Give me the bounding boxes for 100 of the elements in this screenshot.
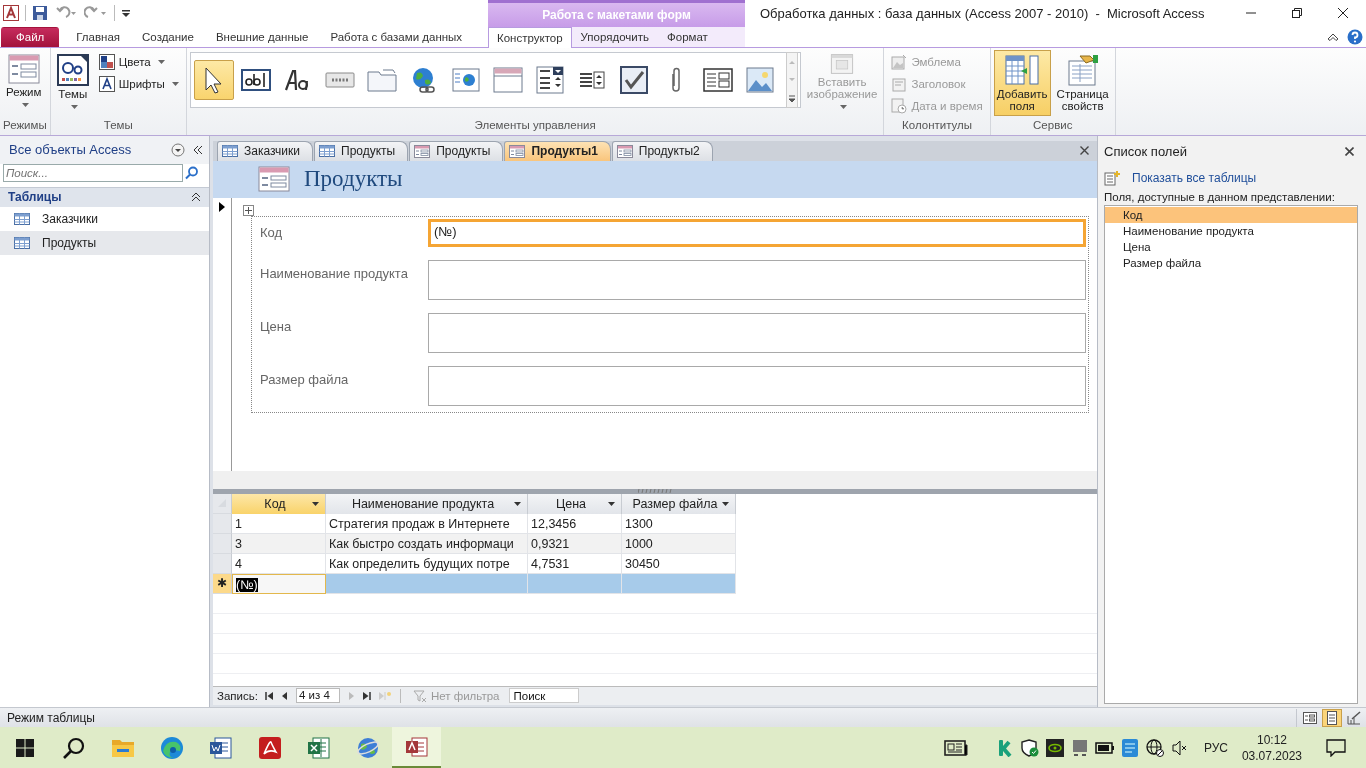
mute-icon[interactable] (1171, 739, 1188, 756)
ribbon-tab[interactable]: Создание (131, 26, 205, 47)
group-header[interactable]: Таблицы (0, 186, 209, 207)
table-icon (14, 236, 30, 249)
clock[interactable]: 10:12 03.07.2023 (1241, 731, 1302, 764)
table-cell: Как быстро создать информаци (326, 533, 528, 554)
subform-icon (702, 67, 733, 92)
ribbon-tab[interactable]: Главная (65, 26, 132, 47)
close-icon[interactable] (1338, 8, 1348, 19)
close-icon[interactable] (1080, 145, 1089, 155)
last-record-icon[interactable] (361, 690, 372, 701)
dropdown-icon[interactable] (171, 142, 185, 157)
collapse-icon[interactable] (193, 144, 203, 155)
language-indicator[interactable]: РУС (1203, 740, 1228, 755)
column-header[interactable]: Код (232, 493, 326, 514)
caret-icon (157, 59, 165, 64)
pane-title: Список полей (1104, 144, 1187, 160)
combo-box-icon (535, 65, 564, 94)
ribbon-button[interactable]: Цвета (94, 51, 183, 72)
field-item[interactable]: Наименование продукта (1105, 222, 1357, 239)
image-icon (891, 53, 908, 70)
database-icon (404, 734, 429, 759)
group-title: Таблицы (8, 190, 62, 205)
group-label: Режимы (3, 118, 47, 133)
field-label: Наименование продукта (260, 264, 409, 283)
ribbon-tab[interactable]: Упорядочить (571, 26, 658, 47)
nav-item[interactable]: Заказчики (0, 206, 209, 231)
text-field[interactable] (428, 259, 1086, 300)
save-icon[interactable] (32, 5, 48, 22)
ribbon-button[interactable]: Страница свойств (1053, 49, 1112, 116)
ribbon-button[interactable]: Шрифты (94, 73, 183, 94)
app-icon[interactable] (1121, 738, 1138, 757)
show-all-tables-link[interactable]: Показать все таблицы (1132, 170, 1257, 185)
browser-icon (159, 735, 184, 760)
document-tab[interactable]: Продукты2 (611, 140, 713, 161)
color-palette-icon (98, 53, 115, 70)
property-sheet-icon (1065, 53, 1100, 86)
document-tab[interactable]: Продукты (314, 140, 409, 161)
document-icon (208, 735, 233, 760)
text-field[interactable] (428, 365, 1086, 406)
document-tab[interactable]: Продукты1 (504, 140, 611, 161)
column-header[interactable]: Размер файла (622, 493, 736, 514)
gpu-icon[interactable] (1045, 738, 1064, 757)
move-handle-icon[interactable] (243, 204, 254, 216)
taskbar-app[interactable] (392, 727, 441, 768)
column-header[interactable]: Наименование продукта (326, 493, 528, 514)
record-number-field[interactable]: 4 из 4 (295, 688, 340, 704)
theme-swatch-icon (56, 53, 89, 86)
heading-icon (891, 75, 908, 92)
field-label: Размер файла (260, 370, 350, 389)
window-title: Обработка данных : база данных (Access 2007 - 2010) - Microsoft Access (759, 5, 1206, 23)
first-record-icon[interactable] (263, 690, 274, 701)
search-field[interactable]: Поиск (509, 688, 580, 704)
help-icon[interactable] (1347, 28, 1363, 45)
table-icon (14, 212, 30, 225)
field-label: Цена (260, 317, 293, 336)
ribbon-tab[interactable]: Конструктор (488, 26, 572, 48)
caret-icon (514, 501, 521, 506)
restore-icon[interactable] (1292, 8, 1302, 19)
battery-icon[interactable] (1094, 741, 1115, 754)
group-label: Элементы управления (473, 118, 597, 133)
ribbon-button[interactable]: Темы (53, 49, 92, 116)
form-icon (7, 53, 40, 84)
ribbon-tab[interactable]: Работа с базами данных (319, 26, 474, 47)
table-cell: 1000 (622, 533, 736, 554)
windows-icon (14, 737, 35, 758)
column-header[interactable]: Цена (528, 493, 622, 514)
nav-item[interactable]: Продукты (0, 230, 209, 255)
field-item[interactable]: Размер файла (1105, 254, 1357, 271)
ribbon-button[interactable]: Режим (3, 49, 45, 116)
news-icon[interactable] (943, 738, 968, 757)
form-view-icon (1303, 711, 1317, 724)
caret-icon (70, 104, 78, 109)
caret-icon (840, 104, 848, 109)
file-tab[interactable]: Файл (1, 26, 60, 47)
antivirus-icon[interactable] (997, 738, 1012, 757)
search-icon[interactable] (185, 165, 199, 180)
text-field[interactable] (428, 312, 1086, 353)
table-cell: 1 (232, 513, 326, 534)
ribbon-button[interactable]: Добавить поля (993, 49, 1051, 116)
collapse-ribbon-icon[interactable] (1327, 31, 1339, 42)
document-tab[interactable]: Заказчики (217, 140, 313, 161)
field-item[interactable]: Цена (1105, 238, 1357, 255)
ribbon-tab[interactable]: Внешние данные (204, 26, 320, 47)
ribbon-tab[interactable]: Формат (658, 26, 717, 47)
globe-icon[interactable] (1145, 738, 1164, 757)
app-logo-icon (3, 5, 19, 22)
close-icon[interactable] (1345, 147, 1354, 157)
table-cell[interactable]: (№) (232, 573, 326, 594)
text-field[interactable]: (№) (428, 218, 1086, 247)
document-tab[interactable]: Продукты (409, 140, 504, 161)
field-item[interactable]: Код (1105, 206, 1357, 223)
shield-icon[interactable] (1020, 738, 1039, 757)
notification-icon[interactable] (1326, 738, 1346, 757)
group-label: Сервис (1032, 118, 1074, 133)
view-button[interactable] (1322, 708, 1342, 727)
form-icon (414, 144, 431, 158)
table-cell: 1300 (622, 513, 736, 534)
monitor-icon[interactable] (1071, 738, 1088, 757)
record-label: Запись: (217, 689, 258, 702)
